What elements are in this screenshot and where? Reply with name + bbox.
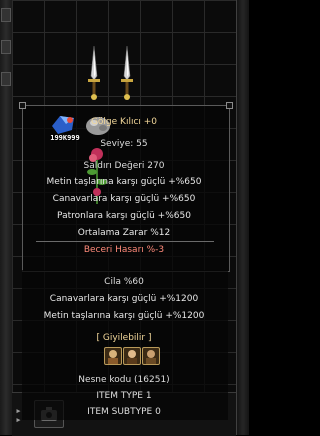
tooltip-corner [19, 102, 26, 109]
item-type: ITEM TYPE 1 [96, 391, 152, 401]
sword-icon[interactable] [83, 46, 105, 102]
item-level: Seviye: 55 [100, 139, 148, 149]
item-subtype: ITEM SUBTYPE 0 [87, 407, 161, 417]
left-tab[interactable] [1, 40, 11, 54]
bonus-line: Patronlara karşı güçlü +%650 [57, 211, 191, 221]
sword-icon[interactable] [116, 46, 138, 102]
attack-value: Saldırı Değeri 270 [83, 161, 165, 171]
tooltip-corner [226, 102, 233, 109]
polish-bonus: Canavarlara karşı güçlü +%1200 [49, 294, 199, 304]
bonus-line: Metin taşlarına karşı güçlü +%650 [46, 177, 202, 187]
left-tab[interactable] [1, 72, 11, 86]
warrior-icon [104, 347, 122, 365]
wearable-label: [ Giyilebilir ] [96, 333, 152, 343]
left-tab[interactable] [1, 8, 11, 22]
assassin-icon [142, 347, 160, 365]
polish-bonus: Metin taşlarına karşı güçlü +%1200 [43, 311, 205, 321]
separator [36, 241, 214, 242]
polish-value: Cila %60 [104, 277, 144, 287]
average-damage: Ortalama Zarar %12 [77, 228, 171, 238]
item-name: Gölge Kılıcı +0 [90, 117, 158, 127]
item-code: Nesne kodu (16251) [78, 375, 170, 385]
bonus-line: Canavarlara karşı güçlü +%650 [52, 194, 196, 204]
skill-damage: Beceri Hasarı %-3 [83, 245, 165, 255]
sura-icon [123, 347, 141, 365]
